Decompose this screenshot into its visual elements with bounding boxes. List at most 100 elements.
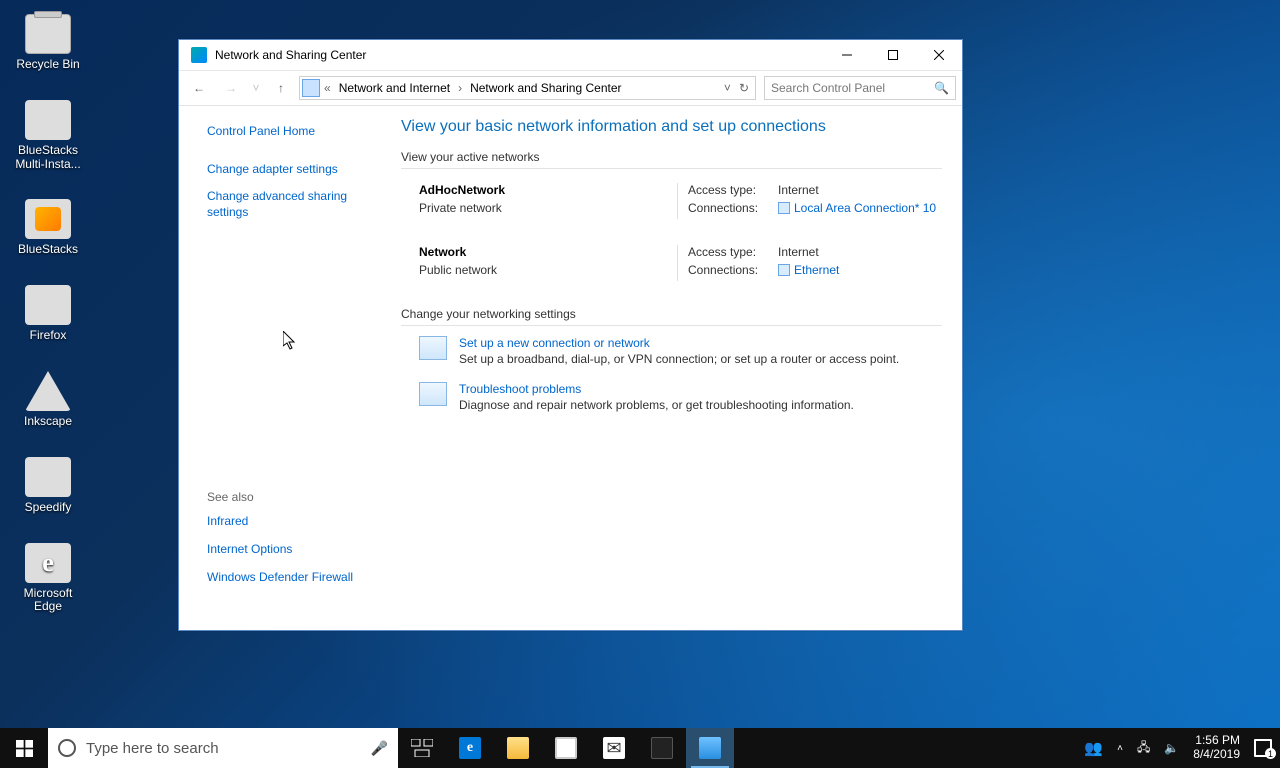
window-body: Control Panel Home Change adapter settin… [179,106,962,630]
start-button[interactable] [0,728,48,768]
troubleshoot-icon [419,382,447,406]
setup-connection-icon [419,336,447,360]
connection-link[interactable]: Ethernet [794,263,839,277]
desktop-icon-label: Firefox [12,329,84,343]
taskbar-mail[interactable] [590,728,638,768]
sidebar-advanced-link[interactable]: Change advanced sharing settings [207,189,371,220]
taskbar-buttons: e [398,728,734,768]
address-dropdown-icon[interactable]: ˅ [724,81,731,95]
tray-overflow-icon[interactable]: ˄ [1117,743,1123,754]
refresh-icon[interactable]: ↻ [739,81,749,95]
network-type: Public network [419,263,677,277]
action-troubleshoot[interactable]: Troubleshoot problems Diagnose and repai… [401,382,942,412]
taskbar: Type here to search 🎤 e 👥 ˄ 🖧 🔈 1:56 PM … [0,728,1280,768]
taskbar-explorer[interactable] [494,728,542,768]
main-panel: View your basic network information and … [385,106,962,630]
taskbar-cmd[interactable] [638,728,686,768]
desktop-icon-bluestacks[interactable]: BlueStacks [12,199,84,257]
action-description: Set up a broadband, dial-up, or VPN conn… [459,352,899,366]
control-panel-search[interactable]: Search Control Panel 🔍 [764,76,956,100]
taskbar-search[interactable]: Type here to search 🎤 [48,728,398,768]
close-button[interactable] [916,40,962,70]
taskbar-clock[interactable]: 1:56 PM 8/4/2019 [1193,734,1240,762]
clock-time: 1:56 PM [1193,734,1240,748]
nav-forward-button[interactable]: → [217,74,245,102]
recycle-bin-icon [25,14,71,54]
address-icon [302,79,320,97]
page-heading: View your basic network information and … [401,118,942,136]
desktop-icon-label: Speedify [12,501,84,515]
desktop-icons: Recycle Bin BlueStacks Multi-Insta... Bl… [12,14,92,642]
network-name: Network [419,245,677,259]
network-block: Network Public network Access type:Inter… [401,245,942,281]
network-type: Private network [419,201,677,215]
people-icon[interactable]: 👥 [1084,739,1103,757]
sidebar-infrared-link[interactable]: Infrared [207,514,371,530]
nav-recent-dropdown[interactable]: ˅ [249,74,263,102]
access-type-value: Internet [778,183,819,197]
breadcrumb-segment[interactable]: Network and Sharing Center [466,81,625,95]
divider [401,325,942,326]
desktop-icon-label: BlueStacks [12,243,84,257]
desktop-icon-edge[interactable]: Microsoft Edge [12,543,84,615]
window-icon [191,47,207,63]
speedify-icon [25,457,71,497]
edge-icon: e [459,737,481,759]
sidebar-internet-options-link[interactable]: Internet Options [207,542,371,558]
search-icon: 🔍 [934,81,949,95]
network-block: AdHocNetwork Private network Access type… [401,183,942,219]
access-type-label: Access type: [688,183,778,197]
desktop-icon-label: Inkscape [12,415,84,429]
chevron-right-icon: › [456,81,464,95]
desktop-icon-inkscape[interactable]: Inkscape [12,371,84,429]
nav-up-button[interactable]: ↑ [267,74,295,102]
bluestacks-icon [25,199,71,239]
inkscape-icon [25,371,71,411]
desktop-icon-recycle-bin[interactable]: Recycle Bin [12,14,84,72]
action-center-icon[interactable] [1254,739,1272,757]
change-settings-header: Change your networking settings [401,307,942,321]
sidebar: Control Panel Home Change adapter settin… [179,106,385,630]
action-description: Diagnose and repair network problems, or… [459,398,854,412]
microphone-icon[interactable]: 🎤 [371,740,388,757]
active-networks-header: View your active networks [401,150,942,164]
task-view-button[interactable] [398,728,446,768]
taskbar-control-panel[interactable] [686,728,734,768]
connection-icon [778,264,790,276]
bluestacks-multi-icon [25,100,71,140]
mail-icon [603,737,625,759]
sidebar-firewall-link[interactable]: Windows Defender Firewall [207,570,371,586]
taskbar-store[interactable] [542,728,590,768]
sidebar-adapter-link[interactable]: Change adapter settings [207,162,371,178]
desktop-icon-label: BlueStacks Multi-Insta... [12,144,84,172]
network-tray-icon[interactable]: 🖧 [1137,738,1150,759]
volume-tray-icon[interactable]: 🔈 [1164,741,1179,755]
desktop-icon-bluestacks-multi[interactable]: BlueStacks Multi-Insta... [12,100,84,172]
search-placeholder: Search Control Panel [771,81,934,95]
network-name: AdHocNetwork [419,183,677,197]
sidebar-home-link[interactable]: Control Panel Home [207,124,371,140]
window-controls [824,40,962,70]
action-setup-connection[interactable]: Set up a new connection or network Set u… [401,336,942,366]
address-bar[interactable]: « Network and Internet › Network and Sha… [299,76,756,100]
desktop-icon-firefox[interactable]: Firefox [12,285,84,343]
action-link[interactable]: Set up a new connection or network [459,336,650,350]
connection-link[interactable]: Local Area Connection* 10 [794,201,936,215]
control-panel-icon [699,737,721,759]
clock-date: 8/4/2019 [1193,748,1240,762]
access-type-value: Internet [778,245,819,259]
access-type-label: Access type: [688,245,778,259]
cmd-icon [651,737,673,759]
breadcrumb-segment[interactable]: Network and Internet [335,81,454,95]
maximize-button[interactable] [870,40,916,70]
taskbar-edge[interactable]: e [446,728,494,768]
breadcrumb-overflow[interactable]: « [322,81,333,95]
window-titlebar[interactable]: Network and Sharing Center [179,40,962,70]
system-tray: 👥 ˄ 🖧 🔈 1:56 PM 8/4/2019 [1084,728,1280,768]
firefox-icon [25,285,71,325]
minimize-button[interactable] [824,40,870,70]
desktop-icon-speedify[interactable]: Speedify [12,457,84,515]
action-link[interactable]: Troubleshoot problems [459,382,581,396]
nav-back-button[interactable]: ← [185,74,213,102]
sidebar-seealso-header: See also [207,490,371,504]
